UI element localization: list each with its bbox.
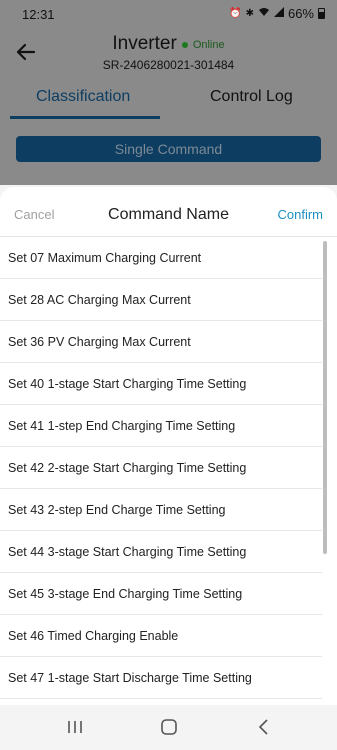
online-status-dot: [181, 42, 188, 48]
recent-apps-button[interactable]: [63, 717, 87, 737]
device-serial: SR-2406280021-301484: [102, 58, 235, 72]
status-time: 12:31: [22, 7, 55, 22]
title-area: Inverter Online: [0, 33, 337, 55]
confirm-button[interactable]: Confirm: [277, 207, 323, 222]
battery-icon: [318, 8, 325, 19]
list-item[interactable]: Set 46 Timed Charging Enable: [0, 615, 322, 657]
list-item[interactable]: Set 47 1-stage Start Discharge Time Sett…: [0, 657, 322, 699]
online-status-text: Online: [192, 39, 225, 51]
scrollbar[interactable]: [323, 241, 327, 554]
tab-classification[interactable]: Classification: [36, 88, 130, 106]
list-item[interactable]: Set 36 PV Charging Max Current: [0, 321, 322, 363]
recent-apps-icon: [68, 721, 82, 733]
active-tab-indicator: [10, 116, 160, 119]
home-button[interactable]: [157, 717, 181, 737]
page-title: Inverter: [112, 33, 177, 54]
home-icon: [161, 719, 177, 735]
list-item[interactable]: Set 07 Maximum Charging Current: [0, 237, 322, 279]
list-item[interactable]: Set 40 1-stage Start Charging Time Setti…: [0, 363, 322, 405]
command-list[interactable]: Set 07 Maximum Charging Current Set 28 A…: [0, 237, 322, 699]
status-icons: ⏰ ✱ 66%: [229, 6, 325, 21]
command-picker-sheet: Cancel Command Name Confirm Set 07 Maxim…: [0, 187, 337, 705]
nav-back-button[interactable]: [252, 717, 276, 737]
bluetooth-icon: ✱: [245, 7, 254, 19]
list-item[interactable]: Set 43 2-step End Charge Time Setting: [0, 489, 322, 531]
list-item[interactable]: Set 28 AC Charging Max Current: [0, 279, 322, 321]
sheet-header: Cancel Command Name Confirm: [0, 187, 337, 237]
list-item[interactable]: Set 41 1-step End Charging Time Setting: [0, 405, 322, 447]
status-bar: 12:31 ⏰ ✱ 66%: [0, 0, 337, 30]
system-nav-bar: [0, 705, 337, 750]
app-header: Inverter Online SR-2406280021-301484 Cla…: [0, 30, 337, 185]
list-item[interactable]: Set 45 3-stage End Charging Time Setting: [0, 573, 322, 615]
battery-percent: 66%: [287, 6, 314, 21]
alarm-icon: ⏰: [229, 7, 242, 19]
list-item[interactable]: Set 44 3-stage Start Charging Time Setti…: [0, 531, 322, 573]
tab-control-log[interactable]: Control Log: [210, 88, 293, 106]
signal-icon: [273, 6, 284, 21]
chevron-left-icon: [258, 719, 268, 735]
single-command-button[interactable]: Single Command: [16, 136, 321, 162]
wifi-icon: [258, 7, 270, 21]
list-item[interactable]: Set 42 2-stage Start Charging Time Setti…: [0, 447, 322, 489]
